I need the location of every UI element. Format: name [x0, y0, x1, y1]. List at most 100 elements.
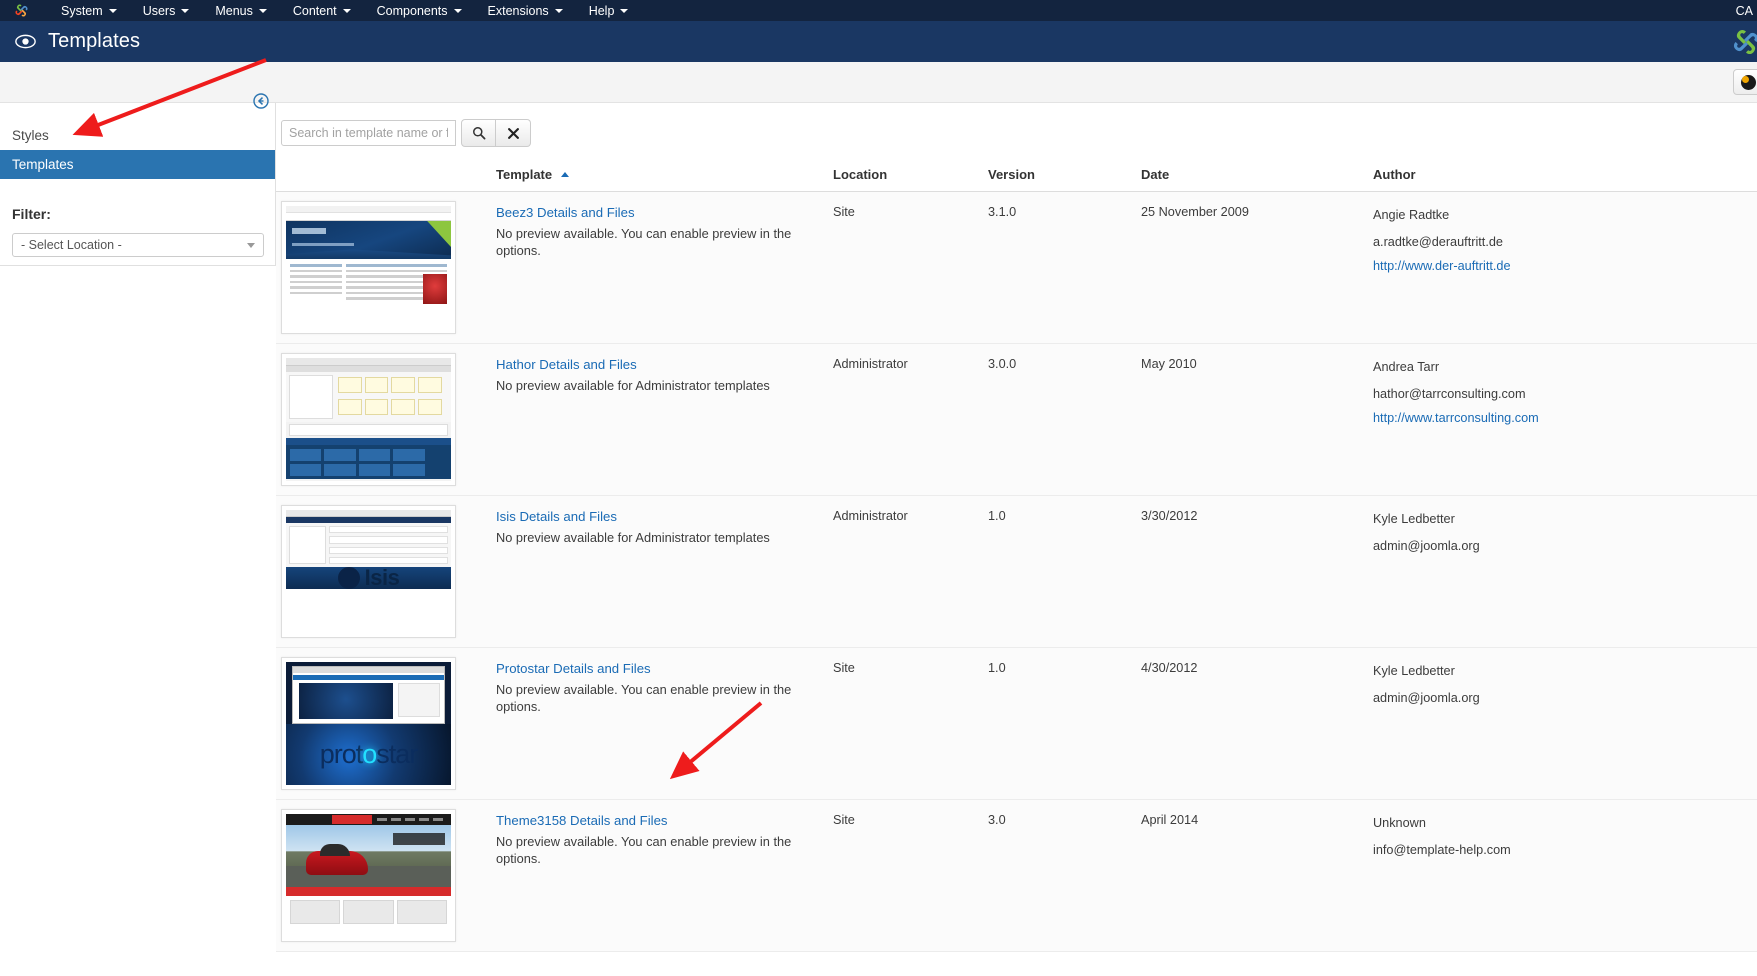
column-header-date-label: Date	[1141, 167, 1170, 182]
menu-content[interactable]: Content	[280, 0, 364, 21]
isis-mark-icon	[337, 567, 360, 589]
chevron-down-icon	[554, 8, 563, 13]
admin-top-menu-bar: System Users Menus Content Components Ex…	[0, 0, 1757, 21]
column-header-template-label: Template	[496, 167, 553, 182]
column-header-date: Date	[1141, 161, 1373, 192]
page-subheader: Templates	[0, 21, 1757, 62]
joomla-brand-icon	[1729, 25, 1757, 59]
menu-extensions[interactable]: Extensions	[475, 0, 576, 21]
author-email: hathor@tarrconsulting.com	[1373, 387, 1526, 401]
row-thumbnail-cell	[276, 191, 496, 344]
table-body: Beez3 Details and Files No preview avail…	[276, 191, 1757, 952]
hathor-thumbnail[interactable]	[281, 353, 456, 486]
menu-content-label: Content	[292, 3, 337, 18]
search-icon[interactable]	[461, 119, 496, 147]
author-url[interactable]: http://www.der-auftritt.de	[1373, 259, 1511, 273]
collapse-left-icon[interactable]	[253, 93, 269, 109]
column-header-author: Author	[1373, 161, 1757, 192]
table-row: prot o star Protostar Details and Files No…	[276, 647, 1757, 800]
table-header: Template Location Version Date Author	[276, 161, 1757, 192]
row-date-cell: 4/30/2012	[1141, 647, 1373, 800]
row-template-cell: Isis Details and Files No preview availa…	[496, 495, 833, 648]
row-author-cell: Unknown info@template-help.com	[1373, 799, 1757, 952]
row-date-cell: May 2010	[1141, 343, 1373, 496]
beez3-thumbnail[interactable]	[281, 201, 456, 334]
row-author-cell: Andrea Tarr hathor@tarrconsulting.com ht…	[1373, 343, 1757, 496]
search-input[interactable]	[281, 120, 456, 146]
topbar-user-area[interactable]: CA	[1736, 0, 1753, 21]
sort-ascending-icon	[560, 172, 569, 177]
sidebar-item-templates[interactable]: Templates	[0, 150, 275, 179]
menu-users[interactable]: Users	[130, 0, 203, 21]
author-email: info@template-help.com	[1373, 843, 1511, 857]
sidebar-item-templates-label: Templates	[12, 157, 74, 172]
joomla-logo-icon[interactable]	[12, 3, 30, 19]
author-email: admin@joomla.org	[1373, 691, 1480, 705]
menu-menus[interactable]: Menus	[202, 0, 280, 21]
row-date-cell: 3/30/2012	[1141, 495, 1373, 648]
chevron-down-icon	[453, 8, 462, 13]
table-row: Beez3 Details and Files No preview avail…	[276, 191, 1757, 344]
row-thumbnail-cell: prot o star	[276, 647, 496, 800]
column-header-thumbnail	[276, 161, 496, 192]
row-location-cell: Administrator	[833, 343, 988, 496]
table-row: Hathor Details and Files No preview avai…	[276, 343, 1757, 496]
chevron-down-icon	[620, 8, 629, 13]
row-template-cell: Hathor Details and Files No preview avai…	[496, 343, 833, 496]
theme3158-thumbnail[interactable]	[281, 809, 456, 942]
sidebar-item-styles-label: Styles	[12, 128, 49, 143]
column-header-author-label: Author	[1373, 167, 1416, 182]
clear-x-icon[interactable]	[496, 119, 531, 147]
template-details-link[interactable]: Protostar Details and Files	[496, 661, 651, 676]
chevron-down-icon	[181, 8, 190, 13]
menu-system-label: System	[61, 3, 103, 18]
options-button[interactable]	[1733, 69, 1757, 95]
isis-thumbnail[interactable]: Isis	[281, 505, 456, 638]
search-row	[276, 103, 1757, 161]
protostar-thumbnail[interactable]: prot o star	[281, 657, 456, 790]
template-description: No preview available for Administrator t…	[496, 378, 770, 393]
template-description: No preview available. You can enable pre…	[496, 226, 792, 258]
menu-help[interactable]: Help	[576, 0, 642, 21]
column-header-location-label: Location	[833, 167, 888, 182]
template-details-link[interactable]: Beez3 Details and Files	[496, 205, 635, 220]
options-gear-icon	[1741, 74, 1756, 90]
author-name: Angie Radtke	[1373, 208, 1450, 222]
sidebar: Styles Templates Filter: - Select Locati…	[0, 93, 276, 266]
chevron-down-icon	[247, 242, 255, 248]
row-version-cell: 1.0	[988, 647, 1141, 800]
row-thumbnail-cell: Isis	[276, 495, 496, 648]
row-author-cell: Kyle Ledbetter admin@joomla.org	[1373, 495, 1757, 648]
row-date-cell: April 2014	[1141, 799, 1373, 952]
chevron-down-icon	[258, 8, 267, 13]
sidebar-item-styles[interactable]: Styles	[0, 121, 275, 150]
author-url[interactable]: http://www.tarrconsulting.com	[1373, 411, 1539, 425]
template-details-link[interactable]: Hathor Details and Files	[496, 357, 637, 372]
menu-components[interactable]: Components	[364, 0, 475, 21]
column-header-template[interactable]: Template	[496, 161, 833, 192]
row-template-cell: Protostar Details and Files No preview a…	[496, 647, 833, 800]
template-details-link[interactable]: Isis Details and Files	[496, 509, 617, 524]
row-location-cell: Administrator	[833, 495, 988, 648]
author-name: Unknown	[1373, 816, 1426, 830]
topbar-user-label: CA	[1735, 3, 1753, 18]
menu-system[interactable]: System	[48, 0, 130, 21]
author-email: a.radtke@derauftritt.de	[1373, 235, 1503, 249]
menu-components-label: Components	[376, 3, 448, 18]
row-version-cell: 3.0.0	[988, 343, 1141, 496]
row-location-cell: Site	[833, 191, 988, 344]
search-button-group	[461, 119, 531, 147]
column-header-version-label: Version	[988, 167, 1035, 182]
template-details-link[interactable]: Theme3158 Details and Files	[496, 813, 668, 828]
column-header-location[interactable]: Location	[833, 161, 988, 192]
template-description: No preview available for Administrator t…	[496, 530, 770, 545]
template-description: No preview available. You can enable pre…	[496, 834, 792, 866]
table-row: Isis Isis Details and Files No preview a…	[276, 495, 1757, 648]
location-filter-select[interactable]: - Select Location -	[12, 233, 264, 257]
menu-users-label: Users	[142, 3, 176, 18]
row-location-cell: Site	[833, 647, 988, 800]
menu-help-label: Help	[588, 3, 615, 18]
author-name: Kyle Ledbetter	[1373, 512, 1455, 526]
author-name: Andrea Tarr	[1373, 360, 1440, 374]
author-name: Kyle Ledbetter	[1373, 664, 1455, 678]
